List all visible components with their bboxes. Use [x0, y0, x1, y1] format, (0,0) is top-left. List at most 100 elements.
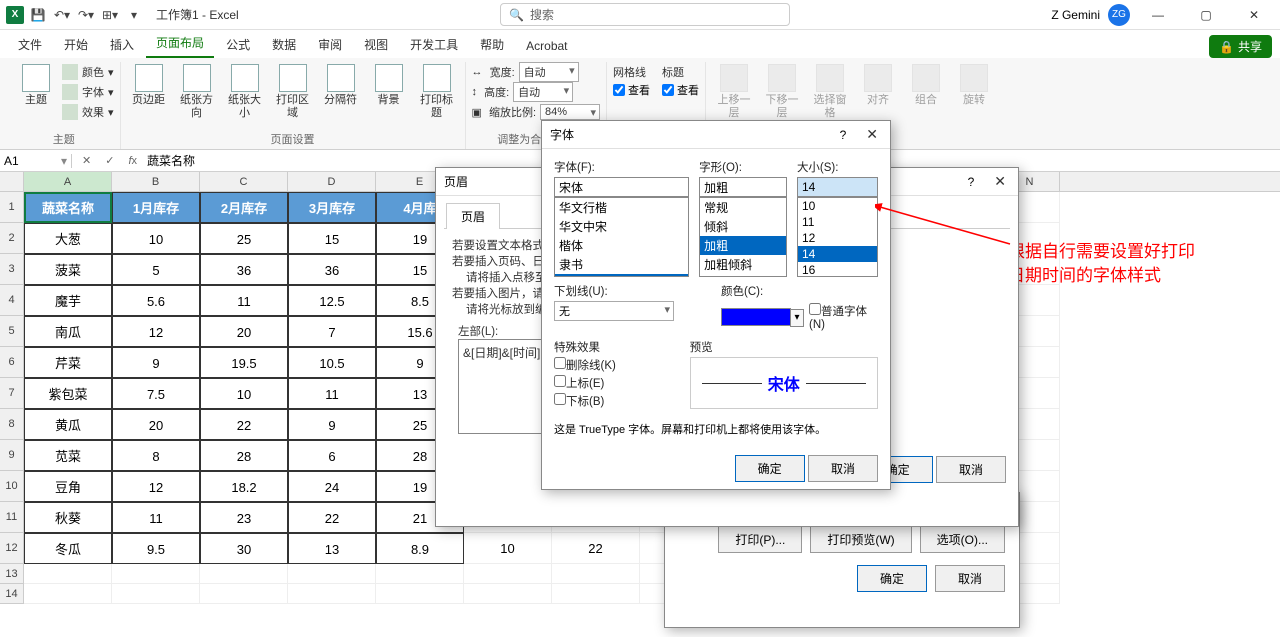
cell[interactable] — [376, 564, 464, 584]
close-icon[interactable]: ✕ — [1234, 1, 1274, 29]
cell[interactable]: 12 — [112, 316, 200, 347]
help-icon[interactable]: ? — [840, 128, 847, 142]
cell[interactable] — [288, 564, 376, 584]
row-header[interactable]: 6 — [0, 347, 24, 378]
cell[interactable]: 紫包菜 — [24, 378, 112, 409]
cell[interactable]: 23 — [200, 502, 288, 533]
cell[interactable]: 6 — [288, 440, 376, 471]
cell[interactable]: 8.9 — [376, 533, 464, 564]
underline-combo[interactable]: 无 — [554, 301, 674, 321]
cell[interactable] — [200, 564, 288, 584]
scale-combo[interactable]: 84% — [540, 104, 600, 120]
row-header[interactable]: 14 — [0, 584, 24, 604]
list-item[interactable]: 14 — [798, 246, 877, 262]
list-item[interactable]: 常规 — [700, 198, 786, 217]
tab-页面布局[interactable]: 页面布局 — [146, 29, 214, 58]
options-button[interactable]: 选项(O)... — [920, 526, 1005, 553]
tab-视图[interactable]: 视图 — [354, 31, 398, 58]
row-header[interactable]: 5 — [0, 316, 24, 347]
help-icon[interactable]: ? — [968, 175, 975, 189]
search-input[interactable]: 🔍 搜索 — [500, 3, 790, 26]
col-header[interactable]: B — [112, 172, 200, 191]
style-list[interactable]: 常规倾斜加粗加粗倾斜 — [699, 197, 787, 277]
cell[interactable]: 25 — [200, 223, 288, 254]
row-header[interactable]: 9 — [0, 440, 24, 471]
maximize-icon[interactable]: ▢ — [1186, 1, 1226, 29]
style-input[interactable] — [699, 177, 787, 197]
user-name[interactable]: Z Gemini — [1051, 8, 1100, 22]
cell[interactable]: 36 — [200, 254, 288, 285]
cancel-button[interactable]: 取消 — [808, 455, 878, 482]
cell[interactable]: 11 — [288, 378, 376, 409]
cell[interactable] — [24, 584, 112, 604]
list-item[interactable]: 10 — [798, 198, 877, 214]
cell[interactable]: 南瓜 — [24, 316, 112, 347]
cell[interactable]: 秋葵 — [24, 502, 112, 533]
cell[interactable] — [24, 564, 112, 584]
width-combo[interactable]: 自动 — [519, 62, 579, 82]
cell[interactable]: 22 — [200, 409, 288, 440]
ribbon-分隔符[interactable]: 分隔符 — [319, 62, 363, 109]
cell[interactable]: 12.5 — [288, 285, 376, 316]
tab-插入[interactable]: 插入 — [100, 31, 144, 58]
formula-input[interactable]: 蔬菜名称 — [147, 152, 195, 169]
accept-fx-icon[interactable]: ✓ — [101, 154, 118, 167]
cell[interactable]: 28 — [200, 440, 288, 471]
headings-view-check[interactable]: 查看 — [662, 82, 699, 98]
cell[interactable]: 冬瓜 — [24, 533, 112, 564]
cell[interactable]: 苋菜 — [24, 440, 112, 471]
cell[interactable]: 9 — [112, 347, 200, 378]
row-header[interactable]: 4 — [0, 285, 24, 316]
cell[interactable] — [464, 564, 552, 584]
cancel-button[interactable]: 取消 — [936, 456, 1006, 483]
cell[interactable]: 30 — [200, 533, 288, 564]
qat-overflow-icon[interactable]: ▾ — [124, 5, 144, 25]
row-header[interactable]: 10 — [0, 471, 24, 502]
qat-more-icon[interactable]: ⊞▾ — [100, 5, 120, 25]
cell[interactable]: 5 — [112, 254, 200, 285]
cell[interactable]: 22 — [288, 502, 376, 533]
font-list[interactable]: 华文行楷华文中宋楷体隶书宋体微软雅黑 — [554, 197, 689, 277]
cell[interactable]: 5.6 — [112, 285, 200, 316]
cell[interactable]: 豆角 — [24, 471, 112, 502]
cell[interactable]: 7 — [288, 316, 376, 347]
cell[interactable]: 魔芋 — [24, 285, 112, 316]
tab-审阅[interactable]: 审阅 — [308, 31, 352, 58]
cell[interactable]: 菠菜 — [24, 254, 112, 285]
tab-数据[interactable]: 数据 — [262, 31, 306, 58]
size-input[interactable] — [797, 177, 878, 197]
cell[interactable]: 2月库存 — [200, 192, 288, 223]
fx-icon[interactable]: fx — [124, 155, 141, 167]
font-input[interactable] — [554, 177, 689, 197]
undo-icon[interactable]: ↶▾ — [52, 5, 72, 25]
header-tab[interactable]: 页眉 — [446, 203, 500, 229]
cell[interactable]: 7.5 — [112, 378, 200, 409]
tab-开始[interactable]: 开始 — [54, 31, 98, 58]
cell[interactable]: 20 — [112, 409, 200, 440]
cell[interactable]: 11 — [200, 285, 288, 316]
themes-button[interactable]: 主题 — [14, 62, 58, 109]
color-swatch[interactable] — [721, 308, 791, 326]
redo-icon[interactable]: ↷▾ — [76, 5, 96, 25]
row-header[interactable]: 12 — [0, 533, 24, 564]
cell[interactable] — [200, 584, 288, 604]
cell[interactable]: 13 — [288, 533, 376, 564]
row-header[interactable]: 2 — [0, 223, 24, 254]
list-item[interactable]: 12 — [798, 230, 877, 246]
list-item[interactable]: 加粗 — [700, 236, 786, 255]
ok-button[interactable]: 确定 — [735, 455, 805, 482]
cell[interactable]: 9.5 — [112, 533, 200, 564]
row-header[interactable]: 11 — [0, 502, 24, 533]
list-item[interactable]: 加粗倾斜 — [700, 255, 786, 274]
tab-文件[interactable]: 文件 — [8, 31, 52, 58]
name-box[interactable]: A1▾ — [0, 154, 72, 168]
sub-check[interactable]: 下标(B) — [554, 393, 680, 409]
height-combo[interactable]: 自动 — [513, 82, 573, 102]
fonts-button[interactable]: 字体 ▾ — [62, 82, 114, 102]
cell[interactable] — [112, 564, 200, 584]
cell[interactable] — [552, 564, 640, 584]
super-check[interactable]: 上标(E) — [554, 375, 680, 391]
ribbon-纸张大小[interactable]: 纸张大小 — [223, 62, 267, 122]
cell[interactable] — [112, 584, 200, 604]
ribbon-打印区域[interactable]: 打印区域 — [271, 62, 315, 122]
